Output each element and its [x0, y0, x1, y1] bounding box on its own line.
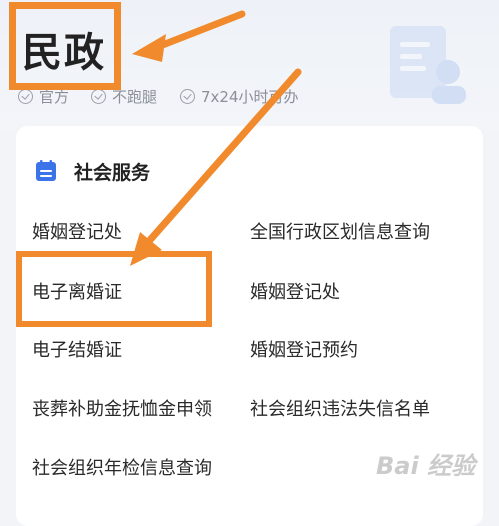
document-illustration-icon	[390, 26, 466, 104]
service-funeral-subsidy[interactable]: 丧葬补助金抚恤金申领	[32, 395, 212, 421]
check-circle-icon	[18, 89, 33, 104]
tag-label: 7x24小时可办	[201, 88, 299, 106]
section-title: 社会服务	[74, 162, 151, 184]
service-org-blacklist[interactable]: 社会组织违法失信名单	[250, 395, 430, 421]
service-marriage-registry[interactable]: 婚姻登记处	[32, 218, 122, 244]
check-circle-icon	[180, 89, 195, 104]
service-marriage-appointment[interactable]: 婚姻登记预约	[250, 336, 358, 362]
title-highlight-box	[9, 2, 121, 90]
service-marriage-registry-2[interactable]: 婚姻登记处	[250, 278, 340, 304]
tag-24h: 7x24小时可办	[180, 86, 299, 107]
service-org-annual-inspection[interactable]: 社会组织年检信息查询	[32, 454, 212, 480]
service-e-marriage-cert[interactable]: 电子结婚证	[32, 336, 122, 362]
watermark: Bai 经验	[376, 452, 476, 480]
item-highlight-box	[16, 251, 212, 327]
service-admin-division-query[interactable]: 全国行政区划信息查询	[250, 218, 430, 244]
calendar-icon	[36, 160, 56, 181]
check-circle-icon	[91, 89, 106, 104]
